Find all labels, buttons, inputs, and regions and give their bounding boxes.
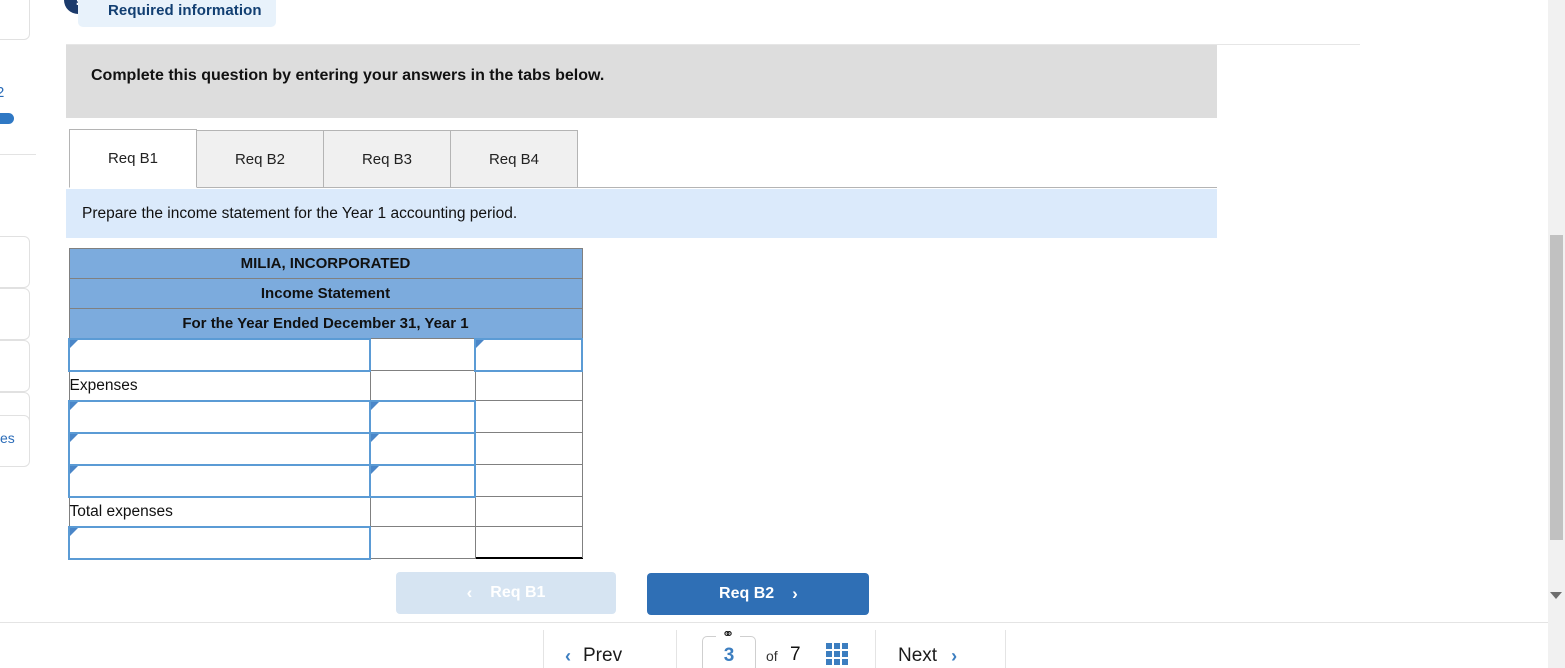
chevron-right-icon: › <box>792 584 798 604</box>
table-row: Total expenses <box>69 497 582 527</box>
table-row: Expenses <box>69 371 582 401</box>
revenue-total-input[interactable] <box>475 339 582 371</box>
expense-1-total-cell[interactable] <box>475 401 582 433</box>
tab-label: Req B3 <box>362 151 412 168</box>
link-icon[interactable]: ⚭ <box>716 628 740 642</box>
tab-req-b2[interactable]: Req B2 <box>196 130 324 188</box>
required-information-badge: Required information <box>78 0 276 27</box>
app-root: 2 es ! Required information Complete thi… <box>0 0 1565 668</box>
expense-1-label-input[interactable] <box>69 401 370 433</box>
pager-divider <box>875 630 876 668</box>
requirement-prompt-text: Prepare the income statement for the Yea… <box>82 205 517 223</box>
pager-next-label: Next <box>898 645 937 667</box>
statement-company-name: MILIA, INCORPORATED <box>69 249 582 279</box>
chevron-right-icon: › <box>951 646 957 667</box>
pager-prev-button[interactable]: ‹ Prev <box>565 645 622 667</box>
expenses-section-label: Expenses <box>69 371 370 401</box>
pager-prev-label: Prev <box>583 645 622 667</box>
pager-divider <box>1005 630 1006 668</box>
expenses-total-cell <box>475 371 582 401</box>
revenue-amount-cell[interactable] <box>370 339 475 371</box>
next-requirement-label: Req B2 <box>719 585 774 603</box>
total-expenses-amount-cell <box>370 497 475 527</box>
statement-period: For the Year Ended December 31, Year 1 <box>69 309 582 339</box>
expense-2-amount-input[interactable] <box>370 433 475 465</box>
tab-req-b3[interactable]: Req B3 <box>323 130 451 188</box>
total-expenses-label: Total expenses <box>69 497 370 527</box>
pager-of-label: of <box>766 648 778 664</box>
instruction-banner: Complete this question by entering your … <box>66 45 1217 118</box>
pager-next-button[interactable]: Next › <box>898 645 957 667</box>
revenue-label-input[interactable] <box>69 339 370 371</box>
net-income-total-cell[interactable] <box>475 527 582 559</box>
income-statement-table: MILIA, INCORPORATED Income Statement For… <box>68 248 583 560</box>
pager-total-pages: 7 <box>790 644 801 666</box>
expense-3-label-input[interactable] <box>69 465 370 497</box>
vertical-scrollbar[interactable] <box>1548 0 1565 668</box>
sidebar-question-number: 2 <box>0 84 4 101</box>
table-title-row: Income Statement <box>69 279 582 309</box>
requirement-prompt: Prepare the income statement for the Yea… <box>66 189 1217 238</box>
tab-label: Req B2 <box>235 151 285 168</box>
sidebar-card-fragment[interactable] <box>0 340 30 392</box>
table-row <box>69 527 582 559</box>
table-title-row: For the Year Ended December 31, Year 1 <box>69 309 582 339</box>
tab-req-b1[interactable]: Req B1 <box>69 129 197 188</box>
expense-3-total-cell[interactable] <box>475 465 582 497</box>
sidebar-card-fragment[interactable] <box>0 0 30 40</box>
sidebar-card-fragment[interactable] <box>0 236 30 288</box>
requirement-navigation: ‹ Req B1 Req B2 › <box>396 572 869 615</box>
chevron-left-icon: ‹ <box>467 583 473 603</box>
net-income-amount-cell[interactable] <box>370 527 475 559</box>
table-row <box>69 401 582 433</box>
table-row <box>69 433 582 465</box>
table-row <box>69 465 582 497</box>
sidebar-card-fragment[interactable] <box>0 288 30 340</box>
scrollbar-thumb[interactable] <box>1550 235 1563 540</box>
pager-divider <box>676 630 677 668</box>
pager-bar <box>0 622 1565 668</box>
tab-label: Req B4 <box>489 151 539 168</box>
prev-requirement-label: Req B1 <box>490 584 545 602</box>
pager-divider <box>543 630 544 668</box>
left-sidebar-fragment: 2 es <box>0 0 36 668</box>
statement-type: Income Statement <box>69 279 582 309</box>
expense-1-amount-input[interactable] <box>370 401 475 433</box>
expense-2-label-input[interactable] <box>69 433 370 465</box>
prev-requirement-button[interactable]: ‹ Req B1 <box>396 572 616 614</box>
tab-bar: Req B1 Req B2 Req B3 Req B4 <box>69 129 577 188</box>
sidebar-divider <box>0 154 36 155</box>
tab-req-b4[interactable]: Req B4 <box>450 130 578 188</box>
sidebar-card-label: es <box>0 430 15 446</box>
scroll-down-arrow-icon[interactable] <box>1550 592 1562 599</box>
chevron-left-icon: ‹ <box>565 646 571 667</box>
net-income-label-input[interactable] <box>69 527 370 559</box>
sidebar-progress-pill <box>0 113 14 124</box>
next-requirement-button[interactable]: Req B2 › <box>647 573 869 615</box>
table-title-row: MILIA, INCORPORATED <box>69 249 582 279</box>
tab-label: Req B1 <box>108 150 158 167</box>
expense-3-amount-input[interactable] <box>370 465 475 497</box>
current-page-value: 3 <box>724 645 735 666</box>
grid-view-icon[interactable] <box>826 643 848 665</box>
expenses-amount-cell <box>370 371 475 401</box>
instruction-text: Complete this question by entering your … <box>91 67 604 85</box>
table-row <box>69 339 582 371</box>
expense-2-total-cell[interactable] <box>475 433 582 465</box>
total-expenses-total-cell <box>475 497 582 527</box>
